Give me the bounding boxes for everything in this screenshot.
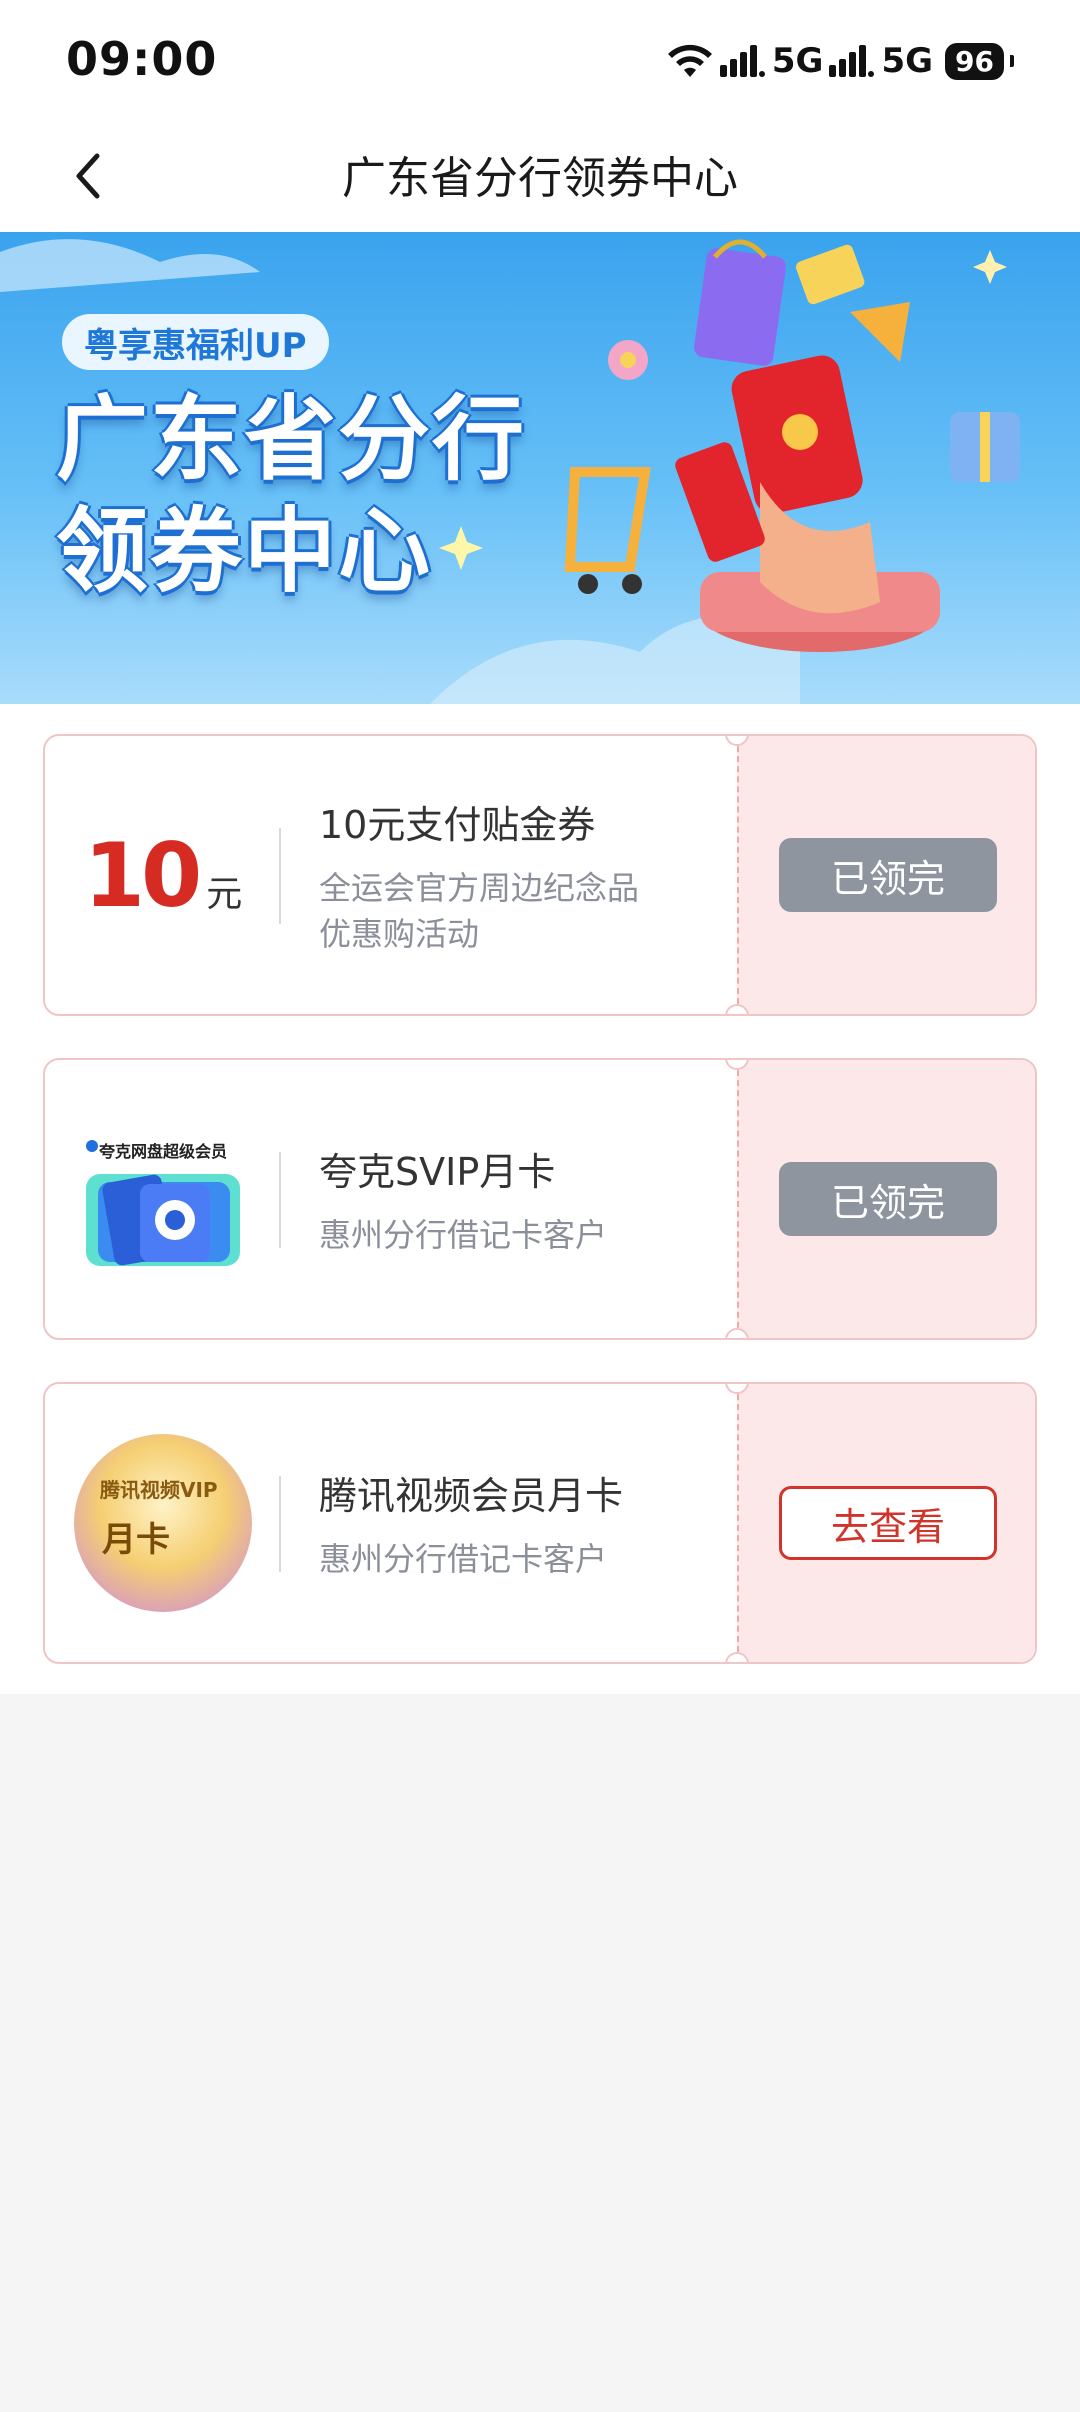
- coupon-card: 腾讯视频VIP 月卡 腾讯视频会员月卡 惠州分行借记卡客户 去查看: [43, 1382, 1037, 1664]
- claimed-button[interactable]: 已领完: [779, 1162, 997, 1236]
- banner-badge: 粤享惠福利UP: [62, 314, 329, 370]
- claimed-button[interactable]: 已领完: [779, 838, 997, 912]
- wifi-icon: [667, 44, 712, 77]
- battery-tip: [1010, 55, 1014, 67]
- banner-title-line2: 领券中心: [56, 498, 433, 605]
- nav-bar: 广东省分行领券中心: [0, 120, 1080, 232]
- coupon-desc: 全运会官方周边纪念品 优惠购活动: [319, 865, 739, 957]
- coupon-info: 10元支付贴金券 全运会官方周边纪念品 优惠购活动: [319, 736, 739, 1014]
- coupon-title: 夸克SVIP月卡: [319, 1149, 556, 1194]
- coupon-title: 10元支付贴金券: [319, 802, 596, 847]
- network-type-1: 5G: [771, 41, 824, 81]
- coupon-desc: 惠州分行借记卡客户: [319, 1539, 608, 1578]
- signal-icon-2: [829, 45, 875, 77]
- logo-text: 月卡: [102, 1520, 170, 1560]
- amount-value: 10 元: [84, 824, 242, 927]
- coupon-logo: 夸克网盘超级会员: [45, 1060, 281, 1338]
- logo-caption: 腾讯视频VIP: [100, 1478, 218, 1502]
- status-icons: 5G 5G 96: [666, 38, 1014, 84]
- coupon-card: 夸克网盘超级会员 夸克SVIP月卡 惠州分行借记卡客户 已领完: [43, 1058, 1037, 1340]
- view-button[interactable]: 去查看: [779, 1486, 997, 1560]
- quark-card-icon: [86, 1140, 240, 1266]
- coupon-action-area: 已领完: [737, 1060, 1035, 1338]
- coupon-card: 10 元 10元支付贴金券 全运会官方周边纪念品 优惠购活动 已领完: [43, 734, 1037, 1016]
- signal-icon: [719, 45, 765, 77]
- coupon-desc-line2: 优惠购活动: [319, 914, 480, 953]
- tencent-video-logo: 腾讯视频VIP 月卡: [74, 1434, 252, 1612]
- banner-title: 广东省分行 领券中心: [56, 384, 526, 608]
- battery-icon: 96: [945, 42, 1004, 80]
- coupon-desc-line1: 全运会官方周边纪念品: [319, 868, 640, 907]
- coupon-info: 夸克SVIP月卡 惠州分行借记卡客户: [319, 1060, 739, 1338]
- coupon-desc: 惠州分行借记卡客户: [319, 1215, 608, 1254]
- status-bar: 09:00 5G 5G 96: [0, 0, 1080, 120]
- page-title: 广东省分行领券中心: [342, 153, 738, 204]
- quark-logo: 夸克网盘超级会员: [78, 1124, 248, 1274]
- coupon-action-area: 已领完: [737, 736, 1035, 1014]
- amount-unit: 元: [206, 873, 243, 915]
- coupon-logo: 腾讯视频VIP 月卡: [45, 1384, 281, 1662]
- banner-title-line1: 广东省分行: [56, 386, 527, 493]
- coupon-info: 腾讯视频会员月卡 惠州分行借记卡客户: [319, 1384, 739, 1662]
- status-time: 09:00: [66, 32, 218, 86]
- network-type-2: 5G: [881, 41, 934, 81]
- coupon-title: 腾讯视频会员月卡: [319, 1473, 624, 1518]
- coupon-list: 10 元 10元支付贴金券 全运会官方周边纪念品 优惠购活动 已领完 夸克网盘超…: [0, 704, 1080, 1694]
- divider: [279, 828, 281, 924]
- coupon-action-area: 去查看: [737, 1384, 1035, 1662]
- amount-number: 10: [83, 823, 202, 927]
- coupon-amount: 10 元: [45, 736, 281, 1014]
- divider: [279, 1152, 281, 1248]
- divider: [279, 1476, 281, 1572]
- promo-banner[interactable]: 粤享惠福利UP 广东省分行 领券中心: [0, 232, 1080, 704]
